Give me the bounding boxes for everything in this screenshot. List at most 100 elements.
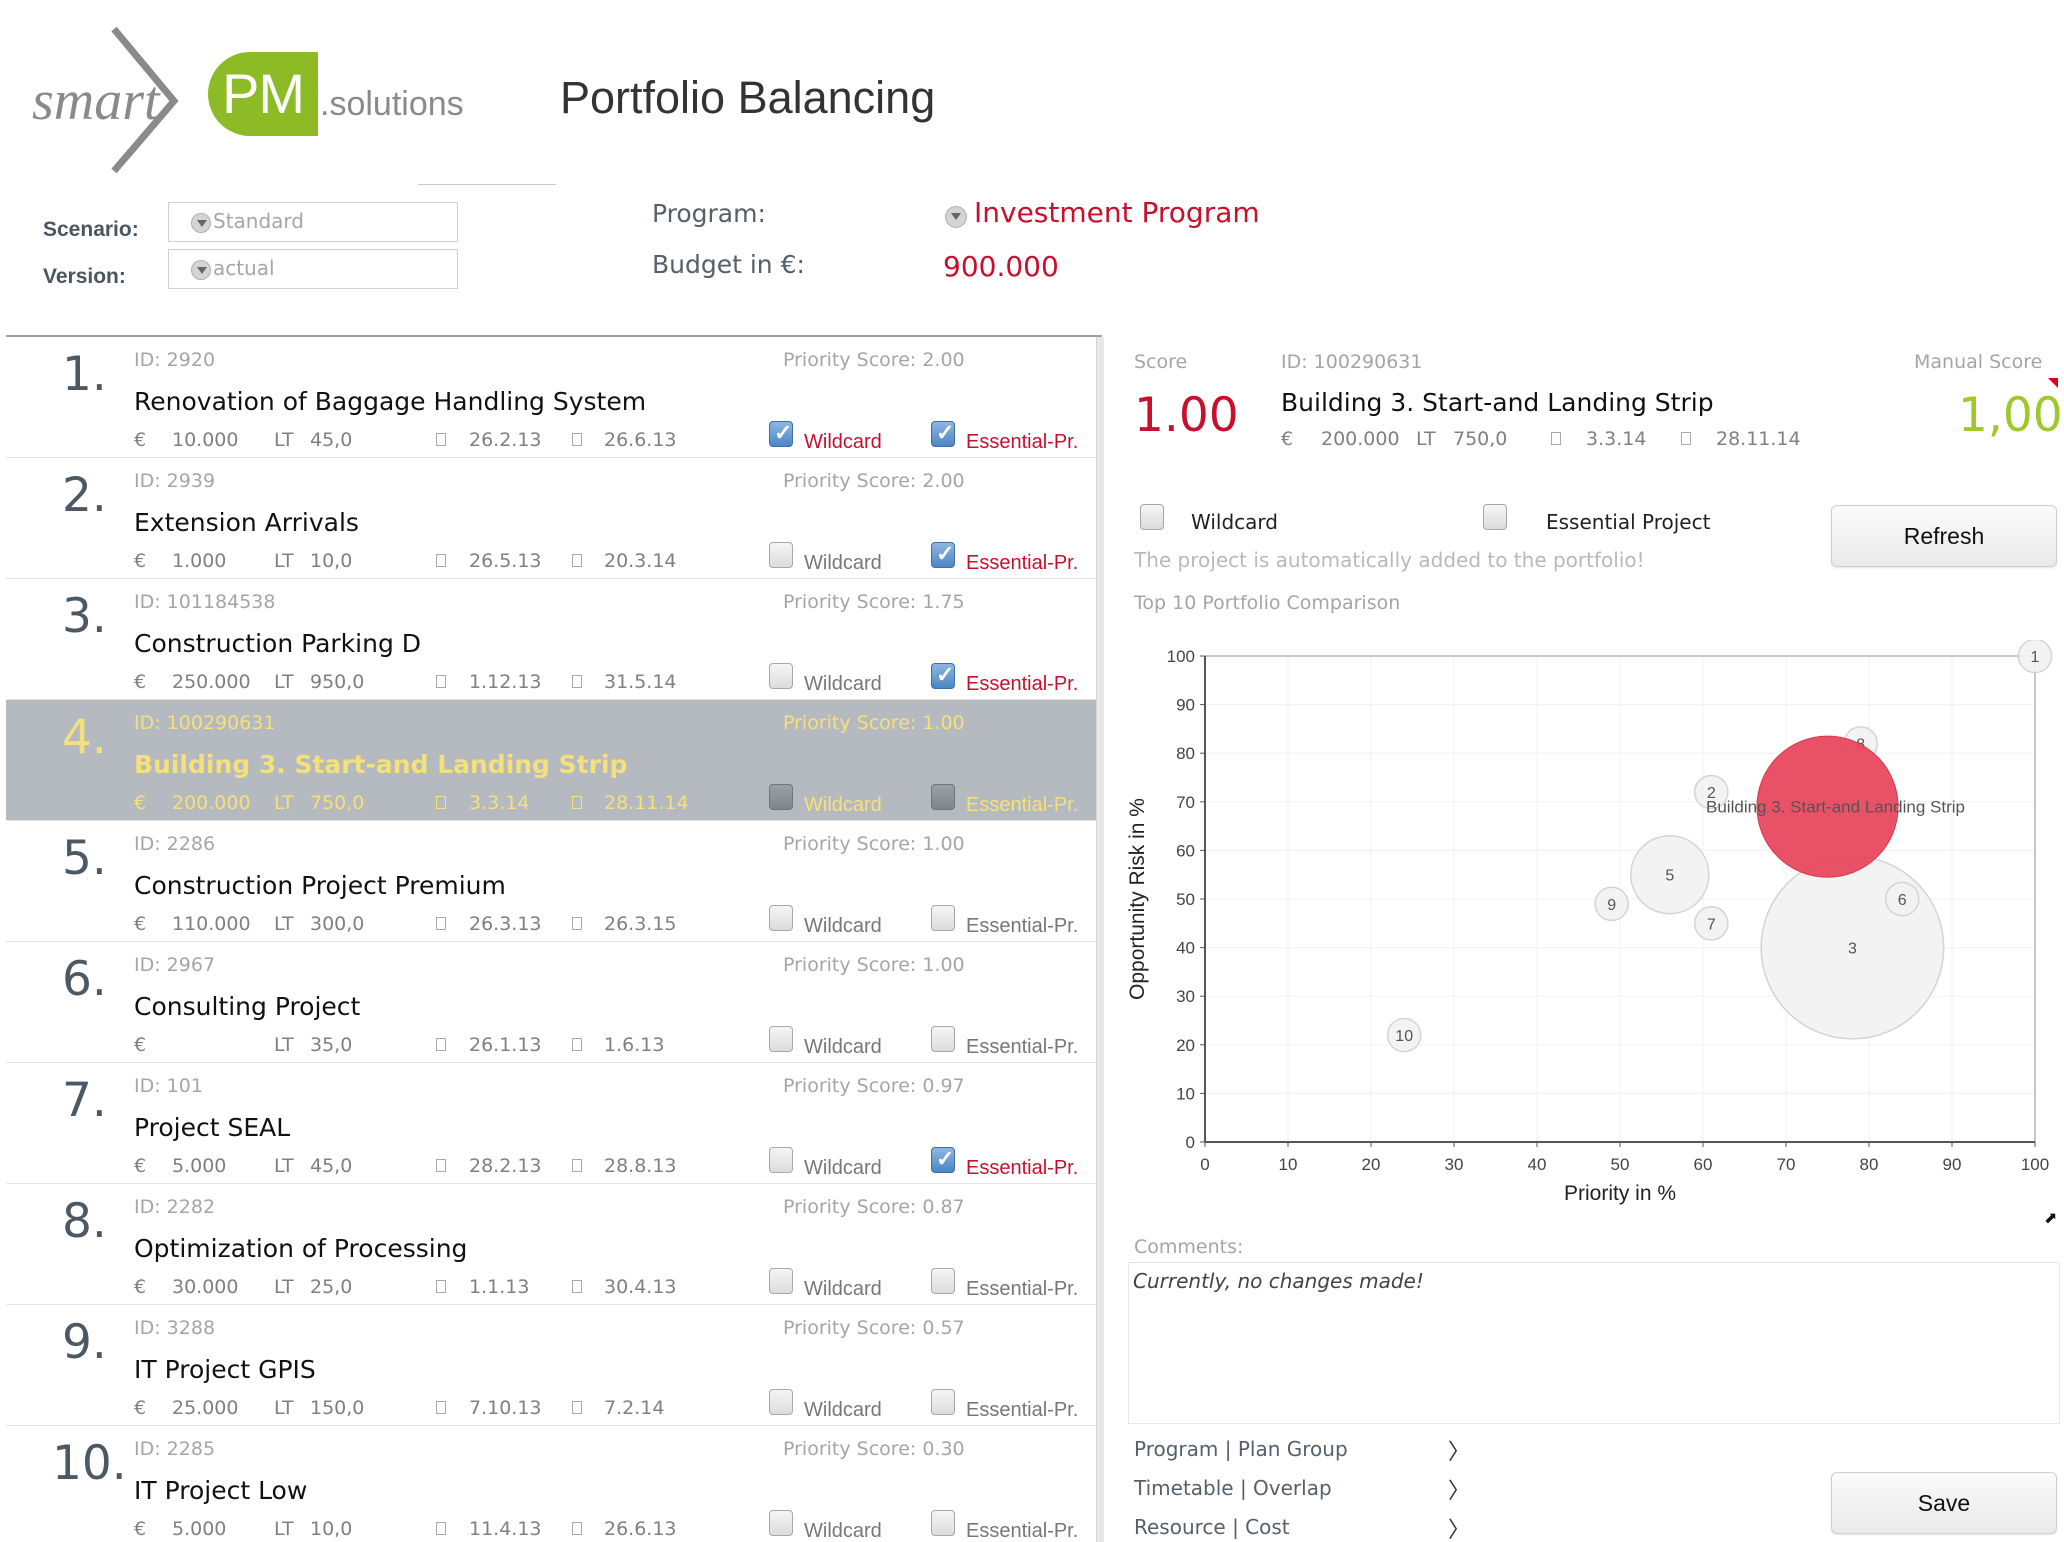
chevron-right-icon[interactable]: 〉 [1448,1512,1470,1542]
rank-number: 7. [62,1073,107,1128]
bubble-label: 3 [1848,941,1857,958]
page-title: Portfolio Balancing [560,72,936,123]
program-dropdown-icon[interactable] [945,206,967,228]
wildcard-checkbox[interactable] [769,1389,793,1415]
project-id: ID: 2920 [134,349,216,371]
lt-label: LT [1416,428,1436,450]
project-list-item[interactable]: 8. ID: 2282 Priority Score: 0.87 Optimizati… [6,1184,1102,1305]
scenario-label: Scenario: [43,218,139,241]
project-lt: 45,0 [310,429,353,451]
version-select[interactable]: actual [168,249,458,289]
wildcard-checkbox[interactable] [769,784,793,810]
logo-pm-badge: PM [208,52,318,136]
project-list-item[interactable]: 1. ID: 2920 Priority Score: 2.00 Renovation… [6,337,1102,458]
rank-number: 6. [62,952,107,1007]
wildcard-checkbox[interactable] [769,1268,793,1294]
end-date: 30.4.13 [604,1276,677,1298]
project-list-item[interactable]: 7. ID: 101 Priority Score: 0.97 Project SEA… [6,1063,1102,1184]
wildcard-label: Wildcard [804,915,882,937]
essential-checkbox[interactable] [931,1026,955,1052]
project-list-item[interactable]: 2. ID: 2939 Priority Score: 2.00 Extension … [6,458,1102,579]
project-id: ID: 101 [134,1075,203,1097]
essential-checkbox[interactable] [931,662,955,689]
project-cost: 5.000 [172,1518,227,1540]
wildcard-checkbox[interactable] [769,420,793,447]
project-list-item[interactable]: 4. ID: 100290631 Priority Score: 1.00 Build… [6,700,1102,821]
essential-label: Essential-Pr. [966,1399,1079,1421]
end-date-icon [1681,432,1691,445]
essential-project-checkbox[interactable] [1483,504,1507,530]
project-list-item[interactable]: 10. ID: 2285 Priority Score: 0.30 IT Projec… [6,1426,1102,1542]
manual-score-input[interactable]: 1,00 [1958,388,2063,443]
currency-symbol: € [134,1276,147,1298]
resize-handle-icon[interactable]: ⬈ [2044,1208,2057,1228]
essential-checkbox[interactable] [931,541,955,568]
priority-score: Priority Score: 0.57 [783,1317,965,1339]
start-date: 26.1.13 [469,1034,542,1056]
y-tick-label: 20 [1176,1036,1195,1055]
end-date: 20.3.14 [604,550,677,572]
essential-checkbox[interactable] [931,1510,955,1536]
refresh-button[interactable]: Refresh [1831,505,2057,567]
detail-cost: 200.000 [1321,428,1400,450]
chevron-right-icon[interactable]: 〉 [1448,1434,1470,1466]
essential-checkbox[interactable] [931,1389,955,1415]
detail-lt: 750,0 [1453,428,1508,450]
comments-textarea[interactable]: Currently, no changes made! [1128,1262,2060,1424]
y-tick-label: 60 [1176,841,1195,860]
wildcard-checkbox[interactable] [769,663,793,689]
start-date-icon [436,1038,446,1051]
project-id: ID: 2939 [134,470,216,492]
project-list-item[interactable]: 5. ID: 2286 Priority Score: 1.00 Constructi… [6,821,1102,942]
lt-label: LT [274,1276,294,1298]
program-select[interactable]: Investment Program [974,196,1260,229]
wildcard-checkbox[interactable] [769,542,793,568]
essential-checkbox[interactable] [931,420,955,447]
comparison-title: Top 10 Portfolio Comparison [1134,592,1401,614]
x-tick-label: 30 [1445,1155,1464,1174]
end-date-icon [572,1401,582,1414]
end-date-icon [572,1522,582,1535]
project-list-item[interactable]: 6. ID: 2967 Priority Score: 1.00 Consulting… [6,942,1102,1063]
lt-label: LT [274,792,294,814]
rank-number: 3. [62,589,107,644]
end-date-icon [572,1038,582,1051]
nav-link-program-plan-group[interactable]: Program | Plan Group [1134,1437,1348,1461]
project-name: Building 3. Start-and Landing Strip [134,750,628,779]
wildcard-checkbox[interactable] [769,1147,793,1173]
wildcard-checkbox[interactable] [769,1510,793,1536]
essential-checkbox[interactable] [931,1146,955,1173]
project-lt: 10,0 [310,550,353,572]
scenario-select[interactable]: Standard [168,202,458,242]
essential-checkbox[interactable] [931,905,955,931]
project-id: ID: 3288 [134,1317,216,1339]
project-list-item[interactable]: 9. ID: 3288 Priority Score: 0.57 IT Project… [6,1305,1102,1426]
bubble-chart: 0 10 20 30 40 50 60 70 80 90 100 0 10 20 30 40 50 60 70 80 9… [1120,638,2064,1210]
essential-label: Essential-Pr. [966,431,1079,453]
detail-meta: € 200.000 LT 750,0 3.3.14 28.11.14 [1281,428,1881,452]
essential-checkbox[interactable] [931,784,955,810]
project-lt: 300,0 [310,913,365,935]
nav-link-timetable-overlap[interactable]: Timetable | Overlap [1134,1476,1332,1500]
essential-label: Essential-Pr. [966,673,1079,695]
save-button[interactable]: Save [1831,1472,2057,1534]
wildcard-label: Wildcard [1191,510,1278,534]
start-date-icon [436,917,446,930]
budget-label: Budget in €: [652,250,805,279]
priority-score: Priority Score: 1.00 [783,833,965,855]
bubble-label: Building 3. Start-and Landing Strip [1706,798,1965,817]
chevron-right-icon[interactable]: 〉 [1448,1473,1470,1505]
list-scrollbar[interactable] [1096,337,1104,1542]
end-date: 1.6.13 [604,1034,665,1056]
essential-label: Essential-Pr. [966,1036,1079,1058]
wildcard-checkbox[interactable] [769,905,793,931]
project-name: Construction Project Premium [134,871,506,900]
x-tick-label: 0 [1200,1155,1209,1174]
wildcard-checkbox[interactable] [1140,504,1164,530]
essential-checkbox[interactable] [931,1268,955,1294]
wildcard-checkbox[interactable] [769,1026,793,1052]
project-id: ID: 2967 [134,954,216,976]
project-list-item[interactable]: 3. ID: 101184538 Priority Score: 1.75 Const… [6,579,1102,700]
end-date-icon [572,1280,582,1293]
nav-link-resource-cost[interactable]: Resource | Cost [1134,1515,1290,1539]
